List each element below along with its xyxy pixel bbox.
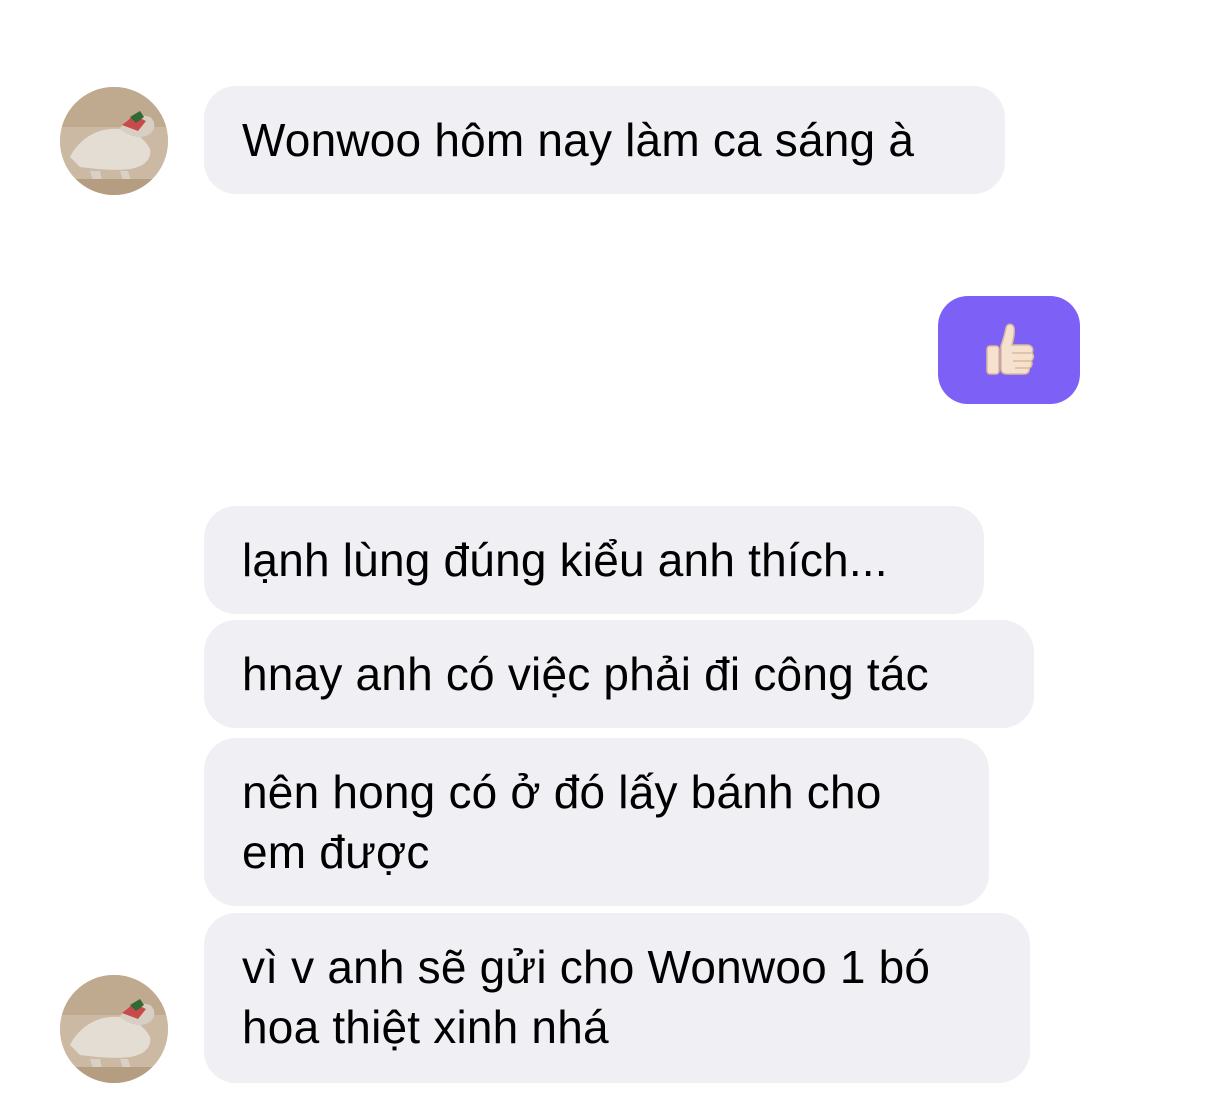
avatar-photo <box>60 975 168 1083</box>
message-text: hnay anh có việc phải đi công tác <box>242 648 929 700</box>
avatar[interactable] <box>60 87 168 195</box>
like-message-bubble[interactable] <box>938 296 1080 404</box>
message-bubble[interactable]: vì v anh sẽ gửi cho Wonwoo 1 bó hoa thiệ… <box>204 913 1030 1083</box>
avatar-photo <box>60 87 168 195</box>
message-text: vì v anh sẽ gửi cho Wonwoo 1 bó hoa thiệ… <box>242 941 931 1053</box>
avatar[interactable] <box>60 975 168 1083</box>
message-text: lạnh lùng đúng kiểu anh thích... <box>242 534 888 586</box>
message-bubble[interactable]: Wonwoo hôm nay làm ca sáng à <box>204 86 1005 194</box>
message-bubble[interactable]: hnay anh có việc phải đi công tác <box>204 620 1034 728</box>
message-text: Wonwoo hôm nay làm ca sáng à <box>242 114 915 166</box>
message-bubble[interactable]: lạnh lùng đúng kiểu anh thích... <box>204 506 984 614</box>
thumbs-up-icon <box>986 323 1035 375</box>
message-text: nên hong có ở đó lấy bánh cho em được <box>242 766 882 878</box>
message-bubble[interactable]: nên hong có ở đó lấy bánh cho em được <box>204 738 989 906</box>
